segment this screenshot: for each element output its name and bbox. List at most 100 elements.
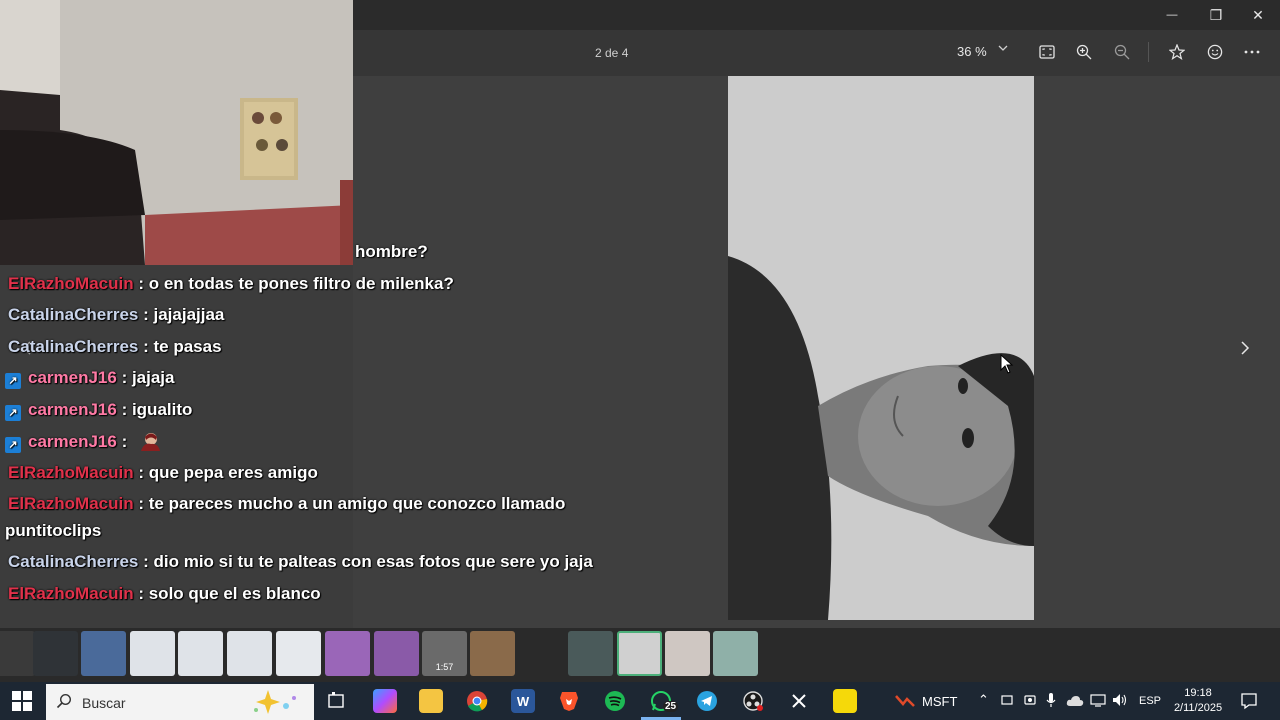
chat-line: ElRazhoMacuin : o en todas te pones filt… [8, 274, 454, 294]
more-options-icon[interactable] [1240, 40, 1264, 64]
brave-icon[interactable] [557, 689, 581, 713]
minimize-button[interactable]: — [1150, 0, 1194, 30]
chat-line: CatalinaCherres : jajajajjaa [8, 305, 224, 325]
filmstrip-thumbnail[interactable] [276, 631, 321, 676]
word-icon[interactable]: W [511, 689, 535, 713]
filmstrip-thumbnail[interactable] [178, 631, 223, 676]
telegram-icon[interactable] [695, 689, 719, 713]
chat-username[interactable]: CatalinaCherres [8, 337, 138, 356]
chrome-icon[interactable] [465, 689, 489, 713]
stock-trend-icon [895, 695, 915, 712]
star-icon[interactable] [1165, 40, 1189, 64]
chat-line: ↗ carmenJ16 : igualito [5, 400, 192, 421]
mouse-pointer-icon [1000, 353, 1014, 379]
filmstrip-thumbnail[interactable] [470, 631, 515, 676]
whatsapp-icon[interactable]: 25 [649, 689, 679, 713]
chat-username[interactable]: ElRazhoMacuin [8, 584, 134, 603]
tray-camera-icon[interactable] [1023, 693, 1037, 712]
filmstrip-thumbnail-video[interactable]: 1:57 [422, 631, 467, 676]
chevron-down-icon[interactable] [998, 43, 1008, 56]
zoom-out-icon[interactable] [1110, 40, 1134, 64]
webcam-overlay [0, 0, 353, 265]
filmstrip-thumbnail[interactable] [81, 631, 126, 676]
chat-username[interactable]: carmenJ16 [28, 400, 117, 419]
notification-icon[interactable] [1240, 692, 1258, 715]
obs-icon[interactable] [741, 689, 765, 713]
windows-start-icon[interactable] [12, 691, 32, 711]
language-indicator[interactable]: ESP [1139, 695, 1161, 707]
filmstrip-thumbnail[interactable] [518, 631, 563, 676]
chat-emote-icon [138, 431, 160, 451]
chat-username[interactable]: ElRazhoMacuin [8, 274, 134, 293]
video-duration: 1:57 [435, 662, 454, 672]
sticky-notes-icon[interactable] [833, 689, 857, 713]
toolbar-divider [1148, 42, 1149, 62]
x-twitter-icon[interactable] [787, 689, 811, 713]
chat-message: : dio mio si tu te palteas con esas foto… [138, 552, 593, 571]
filmstrip-thumbnail[interactable] [568, 631, 613, 676]
subscriber-badge-icon: ↗ [5, 405, 21, 421]
fit-to-window-icon[interactable] [1035, 40, 1059, 64]
filmstrip-thumbnail[interactable] [713, 631, 758, 676]
taskbar-search-box[interactable]: Buscar [46, 684, 314, 720]
chat-username[interactable]: carmenJ16 [28, 368, 117, 387]
chat-message: : te pareces mucho a un amigo que conozc… [133, 494, 566, 513]
filmstrip-thumbnail-selected[interactable] [617, 631, 662, 676]
clock-date: 2/11/2025 [1173, 702, 1223, 714]
microphone-icon[interactable] [1045, 692, 1057, 713]
chat-line: ElRazhoMacuin : que pepa eres amigo [8, 463, 318, 483]
stock-ticker: MSFT [922, 694, 958, 709]
chat-username[interactable]: ElRazhoMacuin [8, 494, 134, 513]
filmstrip: 1:57 [0, 628, 1280, 682]
filmstrip-thumbnail[interactable] [227, 631, 272, 676]
stock-widget[interactable] [895, 692, 915, 713]
filmstrip-thumbnail[interactable] [325, 631, 370, 676]
system-clock[interactable]: 19:18 2/11/2025 [1172, 686, 1224, 716]
search-placeholder: Buscar [82, 695, 126, 711]
filmstrip-thumbnail[interactable] [0, 631, 35, 676]
page-indicator: 2 de 4 [595, 46, 629, 60]
filmstrip-thumbnail[interactable] [33, 631, 78, 676]
chat-username[interactable]: ElRazhoMacuin [8, 463, 134, 482]
chat-line: CatalinaCherres : dio mio si tu te palte… [8, 552, 593, 572]
spotify-icon[interactable] [603, 689, 627, 713]
minimize-icon: — [1166, 9, 1178, 21]
restore-icon: ❐ [1209, 6, 1223, 23]
next-image-button[interactable] [1240, 340, 1260, 364]
chat-username[interactable]: CatalinaCherres [8, 552, 138, 571]
subscriber-badge-icon: ↗ [5, 437, 21, 453]
copilot-icon[interactable] [373, 689, 397, 713]
zoom-in-icon[interactable] [1072, 40, 1096, 64]
chat-line: ↗ carmenJ16 : jajaja [5, 368, 174, 389]
cloud-icon[interactable] [1066, 694, 1084, 712]
network-icon[interactable] [1090, 693, 1106, 712]
chat-message: : solo que el es blanco [133, 584, 321, 603]
tray-device-icon[interactable] [1000, 693, 1014, 712]
chat-message: : te pasas [138, 337, 222, 356]
clock-time: 19:18 [1184, 687, 1212, 699]
viewer-toolbar [353, 30, 1280, 76]
volume-icon[interactable] [1112, 693, 1128, 712]
chat-line: ElRazhoMacuin : te pareces mucho a un am… [8, 494, 565, 514]
zoom-level[interactable]: 36 % [957, 44, 987, 59]
emoji-icon[interactable] [1203, 40, 1227, 64]
file-explorer-icon[interactable] [419, 689, 443, 713]
whatsapp-badge: 25 [663, 701, 679, 712]
task-view-icon[interactable] [325, 689, 349, 713]
chat-message: : jajajajjaa [138, 305, 225, 324]
chat-message: : o en todas te pones filtro de milenka? [133, 274, 454, 293]
chat-username[interactable]: carmenJ16 [28, 432, 117, 451]
chat-line: ↗ carmenJ16 : [5, 431, 160, 453]
chat-message: : que pepa eres amigo [133, 463, 318, 482]
filmstrip-thumbnail[interactable] [130, 631, 175, 676]
chat-message: : [116, 432, 128, 451]
chat-username[interactable]: CatalinaCherres [8, 305, 138, 324]
chevron-up-icon[interactable]: ⌃ [978, 692, 989, 708]
filmstrip-thumbnail[interactable] [665, 631, 710, 676]
sparkle-icon [246, 688, 302, 720]
taskbar: Buscar W 25 MSFT ⌃ ESP 19:18 2/11/2025 [0, 682, 1280, 720]
restore-button[interactable]: ❐ [1194, 0, 1238, 30]
filmstrip-thumbnail[interactable] [374, 631, 419, 676]
close-button[interactable]: ✕ [1236, 0, 1280, 30]
chat-line: ElRazhoMacuin : solo que el es blanco [8, 584, 321, 604]
